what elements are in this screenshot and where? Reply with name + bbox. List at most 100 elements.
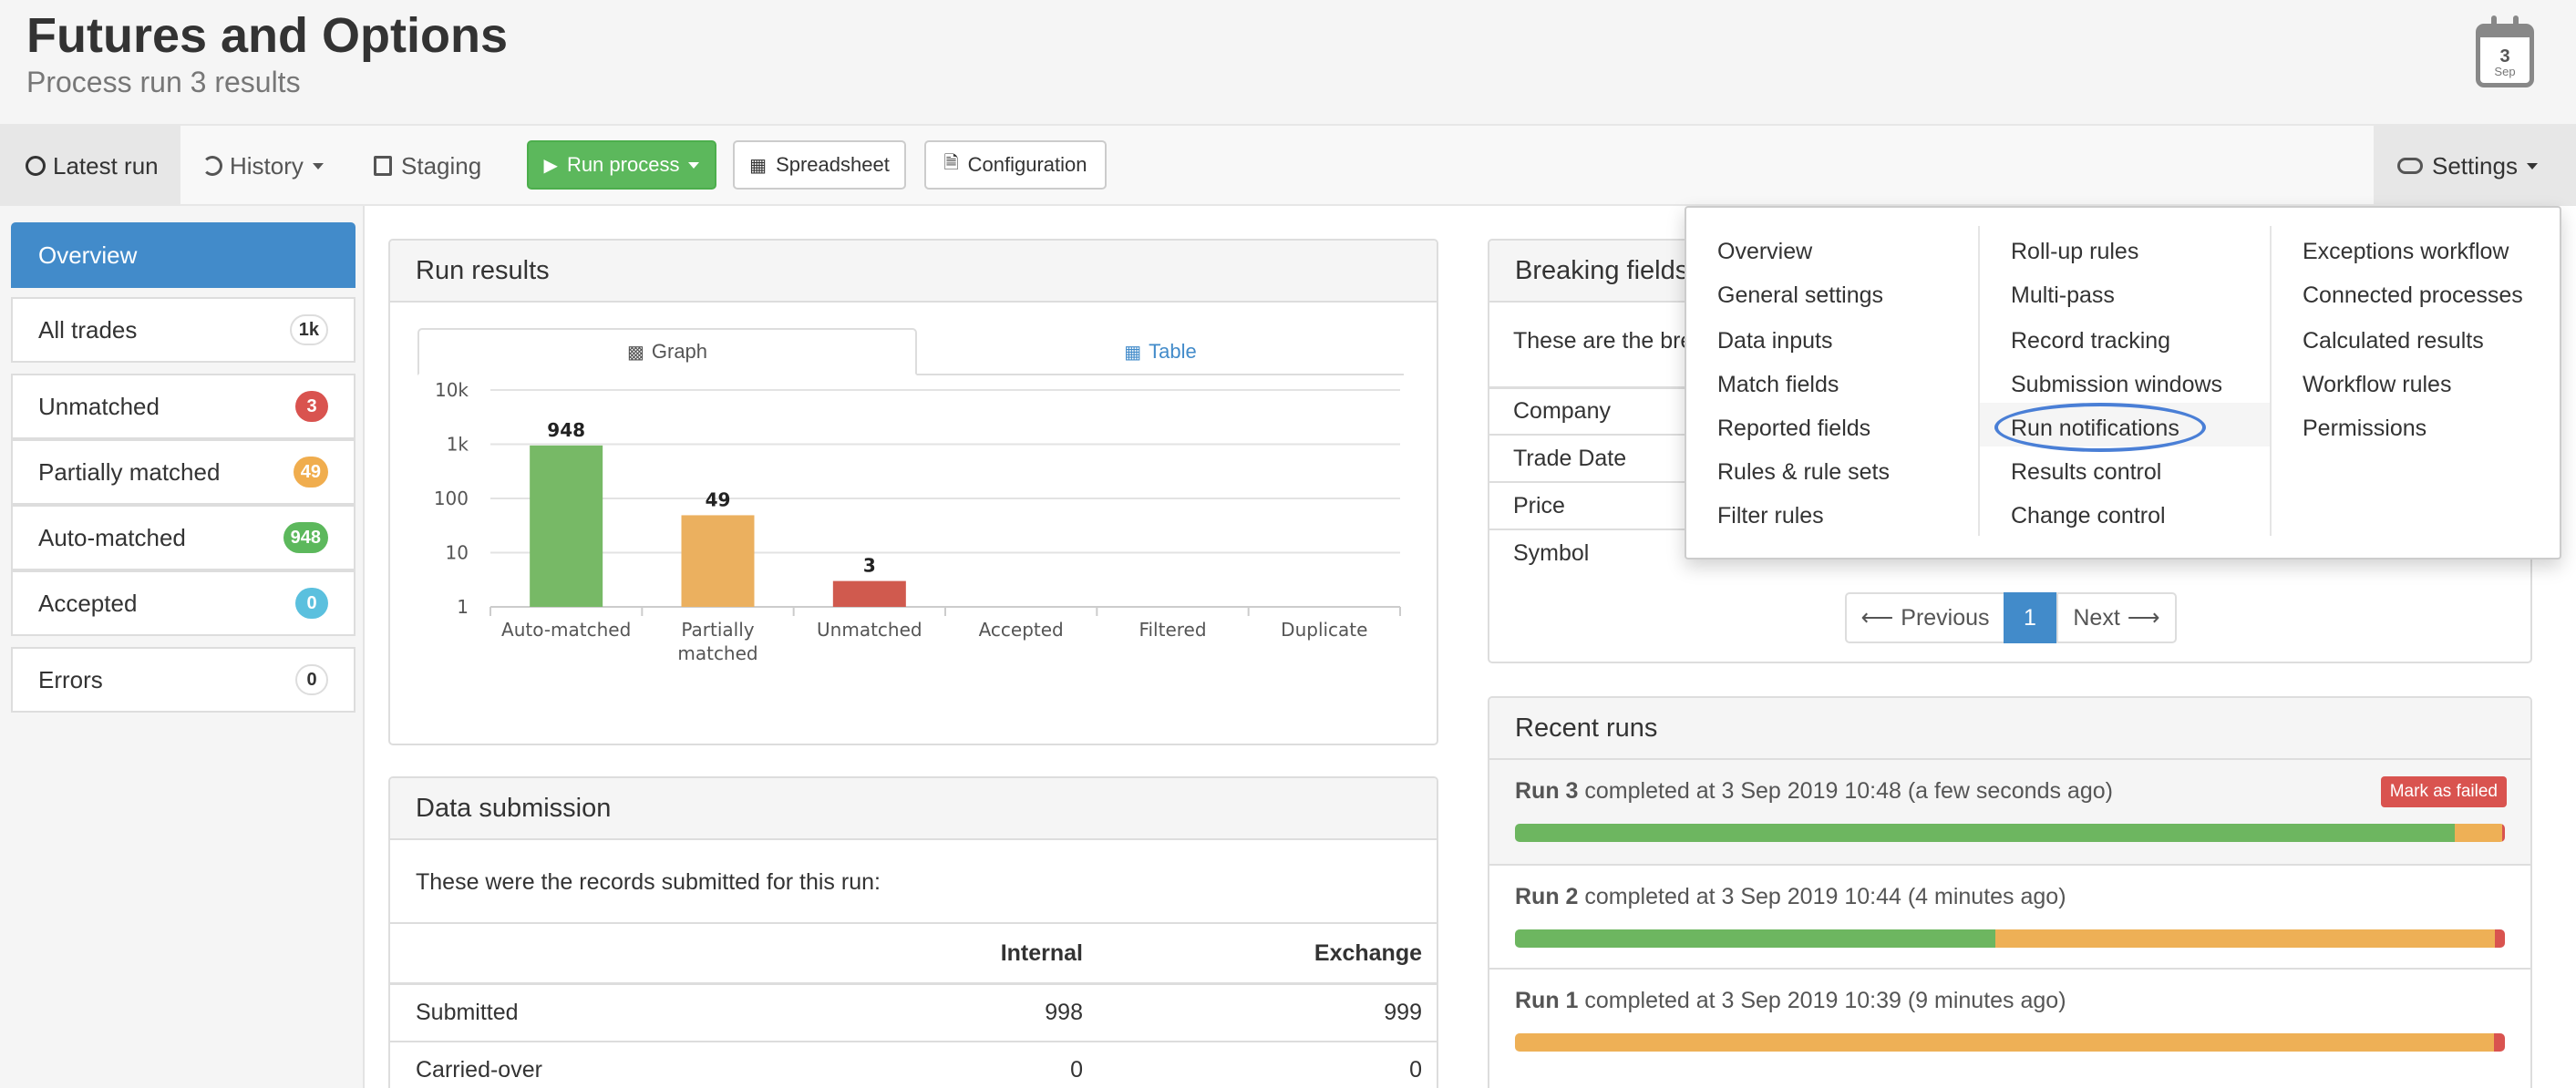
tab-latest-run-label: Latest run: [53, 151, 159, 180]
x-tick-label: Auto-matched: [501, 619, 631, 641]
menu-item-multi-pass[interactable]: Multi-pass: [2011, 282, 2115, 309]
x-tick-label: Accepted: [979, 619, 1064, 641]
bar-chart-icon: ▩: [626, 342, 644, 363]
menu-item-general-settings[interactable]: General settings: [1717, 282, 1883, 309]
run-progress-bar: [1515, 929, 2505, 948]
partially-matched-segment: [1515, 1033, 2495, 1052]
highlight-circle: [1994, 403, 2206, 452]
table-row: Submitted 998 999: [390, 982, 1437, 1041]
next-page-button[interactable]: Next ⟶: [2056, 592, 2177, 643]
sidebar-item-label: All trades: [38, 315, 138, 344]
count-badge: 0: [295, 588, 328, 619]
run-progress-bar: [1515, 1033, 2505, 1052]
menu-item-match-fields[interactable]: Match fields: [1717, 372, 1839, 398]
unmatched-segment: [2494, 1033, 2505, 1052]
menu-item-submission-windows[interactable]: Submission windows: [2011, 372, 2222, 398]
page-subtitle: Process run 3 results: [26, 66, 301, 98]
page-title: Futures and Options: [26, 8, 509, 63]
chart-tabs: ▩ Graph ▦ Table: [417, 328, 1404, 375]
tab-staging-label: Staging: [401, 151, 482, 180]
arrow-left-icon: ⟵: [1860, 605, 1894, 631]
tab-table[interactable]: ▦ Table: [917, 328, 1404, 375]
next-label: Next: [2073, 604, 2120, 631]
sidebar-item-partially-matched[interactable]: Partially matched 49: [11, 439, 355, 505]
x-tick-label: matched: [677, 642, 757, 664]
bar-value-label: 3: [863, 555, 876, 577]
tab-latest-run[interactable]: Latest run: [0, 126, 180, 206]
sidebar-item-overview[interactable]: Overview: [11, 222, 355, 288]
row-exchange: 999: [1384, 1000, 1422, 1025]
x-tick-label: Duplicate: [1281, 619, 1367, 641]
menu-item-filter-rules[interactable]: Filter rules: [1717, 503, 1824, 529]
tab-history[interactable]: History: [202, 126, 324, 206]
menu-item-roll-up-rules[interactable]: Roll-up rules: [2011, 239, 2138, 265]
previous-page-button[interactable]: ⟵ Previous: [1845, 592, 2005, 643]
sidebar-item-label: Partially matched: [38, 457, 221, 486]
sidebar-item-label: Overview: [38, 241, 138, 269]
menu-item-record-tracking[interactable]: Record tracking: [2011, 328, 2170, 354]
sidebar-item-label: Unmatched: [38, 392, 160, 420]
menu-item-calculated-results[interactable]: Calculated results: [2303, 328, 2484, 354]
configuration-label: Configuration: [967, 153, 1087, 176]
menu-item-overview[interactable]: Overview: [1717, 239, 1812, 265]
tab-staging[interactable]: Staging: [374, 126, 481, 206]
partially-matched-segment: [1994, 929, 2496, 948]
data-submission-intro: These were the records submitted for thi…: [416, 869, 881, 895]
tab-graph[interactable]: ▩ Graph: [417, 328, 917, 375]
menu-item-results-control[interactable]: Results control: [2011, 459, 2161, 486]
menu-item-exceptions-workflow[interactable]: Exceptions workflow: [2303, 239, 2509, 265]
menu-item-permissions[interactable]: Permissions: [2303, 416, 2427, 442]
row-exchange: 0: [1409, 1057, 1422, 1083]
settings-menu-toggle[interactable]: Settings: [2374, 126, 2576, 206]
settings-menu-column: Roll-up rules Multi-pass Record tracking…: [1978, 226, 2270, 536]
configuration-button[interactable]: 🗎 Configuration: [924, 140, 1107, 190]
recent-runs-title: Recent runs: [1489, 698, 2530, 760]
run-results-title: Run results: [390, 241, 1437, 303]
run-status-text: completed at 3 Sep 2019 10:39 (9 minutes…: [1584, 988, 2066, 1013]
recent-run-row[interactable]: Run 2 completed at 3 Sep 2019 10:44 (4 m…: [1489, 864, 2530, 968]
run-process-label: Run process: [566, 153, 680, 176]
data-submission-panel: Data submission These were the records s…: [388, 776, 1438, 1088]
menu-item-connected-processes[interactable]: Connected processes: [2303, 282, 2523, 309]
arrow-right-icon: ⟶: [2127, 605, 2160, 631]
clock-icon: [26, 156, 46, 176]
main-nav: Latest run History Staging ▶ Run process…: [0, 124, 2576, 206]
table-icon: ▦: [749, 155, 768, 176]
column-header-internal: Internal: [1000, 940, 1083, 966]
play-circle-icon: ▶: [543, 155, 558, 176]
column-header-exchange: Exchange: [1314, 940, 1422, 966]
bar-partially-matched: [681, 515, 755, 607]
sidebar-item-label: Accepted: [38, 589, 138, 617]
chevron-down-icon: [688, 161, 700, 169]
spreadsheet-button[interactable]: ▦ Spreadsheet: [733, 140, 906, 190]
menu-item-workflow-rules[interactable]: Workflow rules: [2303, 372, 2451, 398]
row-label: Submitted: [416, 1000, 519, 1025]
page-1-button[interactable]: 1: [2004, 592, 2056, 643]
spreadsheet-label: Spreadsheet: [776, 153, 890, 176]
sidebar-item-errors[interactable]: Errors 0: [11, 647, 355, 713]
menu-item-reported-fields[interactable]: Reported fields: [1717, 416, 1870, 442]
row-internal: 998: [1045, 1000, 1083, 1025]
run-progress-bar: [1515, 824, 2505, 842]
menu-item-change-control[interactable]: Change control: [2011, 503, 2166, 529]
sidebar-item-all-trades[interactable]: All trades 1k: [11, 297, 355, 363]
sidebar: Overview All trades 1k Unmatched 3 Parti…: [0, 206, 365, 1088]
sidebar-item-unmatched[interactable]: Unmatched 3: [11, 374, 355, 439]
sidebar-item-auto-matched[interactable]: Auto-matched 948: [11, 505, 355, 570]
sidebar-item-accepted[interactable]: Accepted 0: [11, 570, 355, 636]
mark-as-failed-button[interactable]: Mark as failed: [2380, 776, 2507, 807]
recent-run-row[interactable]: Run 3 completed at 3 Sep 2019 10:48 (a f…: [1489, 760, 2530, 864]
run-process-button[interactable]: ▶ Run process: [527, 140, 716, 190]
recent-run-row[interactable]: Run 1 completed at 3 Sep 2019 10:39 (9 m…: [1489, 968, 2530, 1072]
run-status-text: completed at 3 Sep 2019 10:44 (4 minutes…: [1584, 884, 2066, 909]
calendar-icon[interactable]: 3 Sep: [2476, 15, 2534, 87]
y-tick-label: 1k: [447, 434, 469, 456]
settings-label: Settings: [2432, 151, 2518, 180]
auto-matched-segment: [1515, 824, 2455, 842]
y-tick-label: 10k: [435, 379, 469, 401]
run-name: Run 1: [1515, 988, 1579, 1013]
partially-matched-segment: [2454, 824, 2502, 842]
menu-item-rules-and-rule-sets[interactable]: Rules & rule sets: [1717, 459, 1890, 486]
tab-history-label: History: [230, 151, 304, 180]
menu-item-data-inputs[interactable]: Data inputs: [1717, 328, 1832, 354]
